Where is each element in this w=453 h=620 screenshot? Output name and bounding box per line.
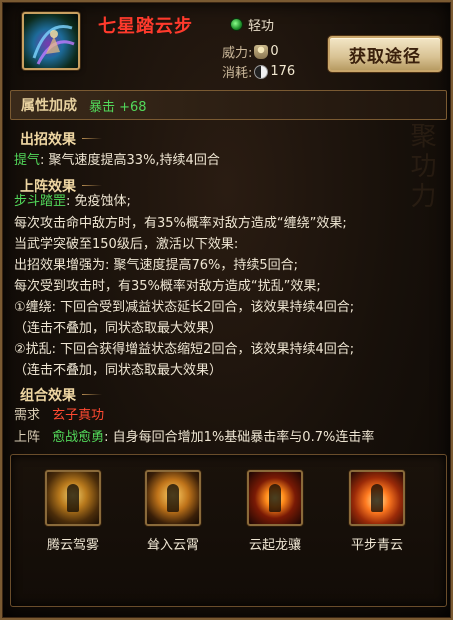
chuzhao-effect-key: 提气 — [14, 153, 41, 168]
chuzhao-effect-text: : 聚气速度提高33%,持续4回合 — [40, 153, 220, 168]
attribute-bonus-bar: 属性加成 暴击 +68 — [10, 90, 447, 120]
movement-type-icon — [230, 18, 243, 31]
combo-on-name: 愈战愈勇 — [52, 430, 105, 445]
shangzhen-line: 每次受到攻击时，有35%概率对敌方造成“扰乱”效果; — [14, 278, 321, 296]
section-title-combo: 组合效果 — [20, 385, 102, 405]
shangzhen-line: 出招效果增强为: 聚气速度提高76%，持续5回合; — [14, 257, 298, 275]
combo-skill-name: 腾云驾雾 — [46, 538, 99, 553]
power-icon — [254, 44, 269, 59]
shangzhen-line: ①缠绕: 下回合受到减益状态延长2回合，该效果持续4回合; — [14, 299, 354, 317]
shangzhen-line-text: （连击不叠加，同状态取最大效果） — [14, 363, 223, 378]
shangzhen-line-text: ①缠绕: 下回合受到减益状态延长2回合，该效果持续4回合; — [14, 300, 355, 315]
power-value: 0 — [270, 44, 279, 59]
combo-requirement-line: 需求 玄子真功 — [14, 407, 104, 425]
combo-skill-name: 耸入云霄 — [146, 538, 199, 553]
skill-detail-panel: 聚功力 七星踏云步 轻功 威力: 0 消耗: 176 获取途径 属性加成 暴击 … — [0, 0, 453, 620]
skill-type-label: 轻功 — [248, 19, 275, 34]
dragon-rise-icon — [247, 470, 303, 526]
combo-skill-slot[interactable]: 耸入云霄 — [128, 470, 218, 553]
shangzhen-line-text: 当武学突破至150级后，激活以下效果: — [14, 237, 239, 252]
skill-name: 七星踏云步 — [98, 16, 193, 37]
combo-skill-slot[interactable]: 腾云驾雾 — [28, 470, 118, 553]
attribute-bonus-value: 暴击 +68 — [89, 99, 147, 115]
shangzhen-line: （连击不叠加，同状态取最大效果） — [14, 362, 222, 380]
power-stat: 威力: 0 — [222, 42, 279, 61]
combo-need-value: 玄子真功 — [52, 408, 105, 423]
chuzhao-effect-line: 提气: 聚气速度提高33%,持续4回合 — [14, 152, 220, 170]
shangzhen-line: 步斗踏罡: 免疫蚀体; — [14, 193, 131, 211]
combo-skill-slot[interactable]: 云起龙骧 — [230, 470, 320, 553]
combo-on-label: 上阵 — [14, 430, 41, 445]
combo-need-label: 需求 — [14, 408, 41, 423]
acquire-method-button[interactable]: 获取途径 — [328, 36, 442, 72]
background-watermark: 聚功力 — [406, 122, 436, 212]
shangzhen-line-text: （连击不叠加，同状态取最大效果） — [14, 321, 223, 336]
shangzhen-line-text: 每次攻击命中敌方时，有35%概率对敌方造成“缠绕”效果; — [14, 216, 347, 231]
combo-skill-name: 平步青云 — [350, 538, 403, 553]
combo-on-text: : 自身每回合增加1%基础暴击率与0.7%连击率 — [104, 430, 375, 445]
cost-stat: 消耗: 176 — [222, 62, 295, 81]
shangzhen-line: （连击不叠加，同状态取最大效果） — [14, 320, 222, 338]
shangzhen-line: 每次攻击命中敌方时，有35%概率对敌方造成“缠绕”效果; — [14, 215, 347, 233]
section-title-chuzhao: 出招效果 — [20, 129, 102, 149]
cost-label: 消耗: — [222, 66, 253, 81]
yinyang-icon — [254, 64, 269, 79]
cost-value: 176 — [270, 64, 296, 79]
shangzhen-line: ②扰乱: 下回合获得增益状态缩短2回合，该效果持续4回合; — [14, 341, 354, 359]
sky-soar-icon — [145, 470, 201, 526]
shangzhen-line-text: 每次受到攻击时，有35%概率对敌方造成“扰乱”效果; — [14, 279, 321, 294]
skill-icon — [22, 12, 80, 70]
power-label: 威力: — [222, 46, 253, 61]
combo-skill-slot[interactable]: 平步青云 — [332, 470, 422, 553]
shangzhen-line-text: ②扰乱: 下回合获得增益状态缩短2回合，该效果持续4回合; — [14, 342, 355, 357]
shangzhen-line-text: 出招效果增强为: 聚气速度提高76%，持续5回合; — [14, 258, 299, 273]
attribute-bonus-title: 属性加成 — [21, 98, 77, 114]
shangzhen-effect-key: 步斗踏罡 — [14, 194, 67, 209]
combo-skill-name: 云起龙骧 — [248, 538, 301, 553]
shangzhen-line-text: : 免疫蚀体; — [66, 194, 131, 209]
combo-deploy-line: 上阵 愈战愈勇: 自身每回合增加1%基础暴击率与0.7%连击率 — [14, 429, 374, 447]
cloud-rider-icon — [45, 470, 101, 526]
ascend-icon — [349, 470, 405, 526]
shangzhen-line: 当武学突破至150级后，激活以下效果: — [14, 236, 238, 254]
